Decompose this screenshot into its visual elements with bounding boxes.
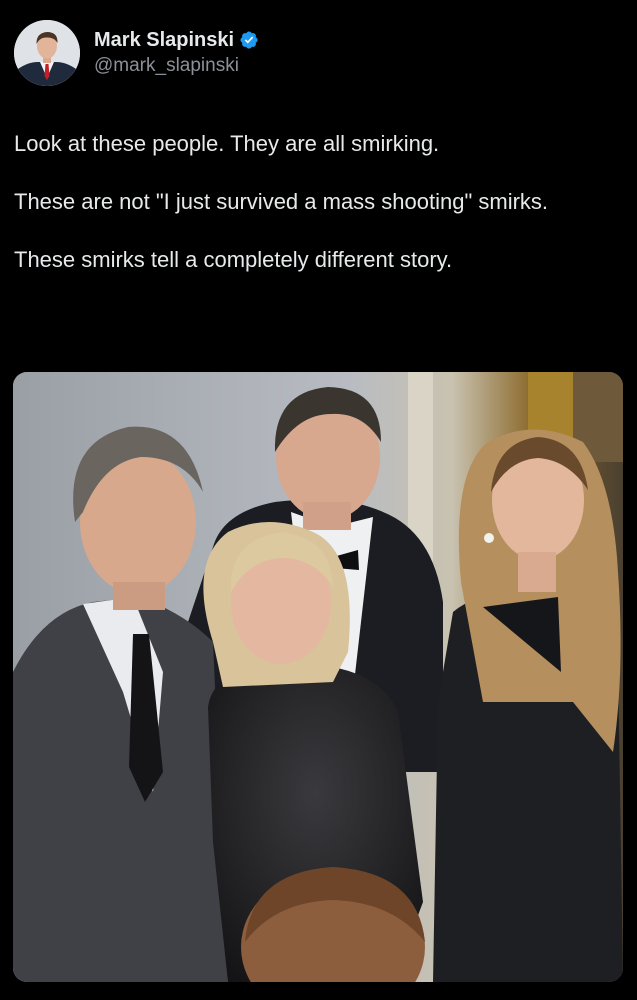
post-paragraph: Look at these people. They are all smirk… bbox=[14, 131, 440, 156]
post-photo[interactable] bbox=[13, 372, 623, 982]
post-body: Look at these people. They are all smirk… bbox=[14, 128, 614, 302]
author-names: Mark Slapinski @mark_slapinski bbox=[94, 28, 259, 78]
post-paragraph: These are not "I just survived a mass sh… bbox=[14, 189, 549, 214]
verified-badge-icon bbox=[239, 30, 259, 50]
photo-image bbox=[13, 372, 623, 982]
author-display-name[interactable]: Mark Slapinski bbox=[94, 28, 234, 52]
post-paragraph: These smirks tell a completely different… bbox=[14, 247, 453, 272]
avatar[interactable] bbox=[14, 20, 80, 86]
post-header: Mark Slapinski @mark_slapinski bbox=[14, 20, 259, 86]
name-row: Mark Slapinski bbox=[94, 28, 259, 52]
avatar-image bbox=[14, 20, 80, 86]
author-handle[interactable]: @mark_slapinski bbox=[94, 54, 259, 78]
